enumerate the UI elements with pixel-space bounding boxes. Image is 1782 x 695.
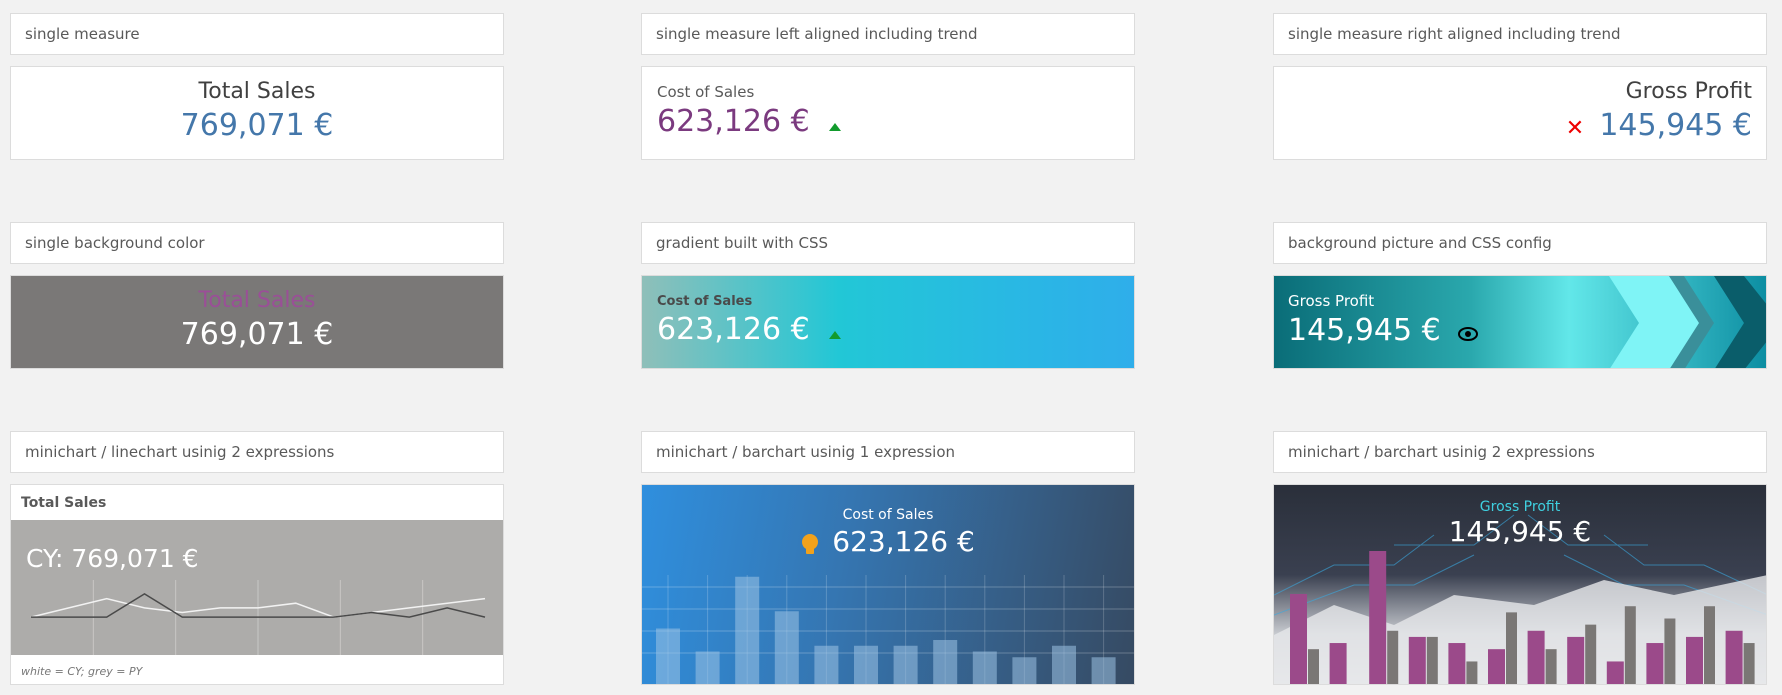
bar-series-2 xyxy=(1387,630,1399,684)
bar-series-1 xyxy=(1686,636,1703,684)
bar xyxy=(972,651,997,684)
chart-plot-area: CY: 769,071 € xyxy=(11,520,503,655)
bar xyxy=(735,576,760,684)
minichart-linechart[interactable]: Total Sales CY: 769,071 € white = CY; gr… xyxy=(10,484,504,685)
bar-series-1 xyxy=(1606,661,1624,684)
bar xyxy=(814,645,839,684)
bar-series-1 xyxy=(1725,630,1743,684)
bar xyxy=(933,640,958,684)
bar xyxy=(656,628,680,684)
bar-series-1 xyxy=(1408,636,1426,684)
header-barchart-1: minichart / barchart usinig 1 expression xyxy=(641,431,1135,473)
kpi-label: Gross Profit xyxy=(1479,499,1561,515)
kpi-label: Total Sales xyxy=(198,288,316,313)
kpi-value: 769,071 € xyxy=(180,108,334,143)
bar-series-1 xyxy=(1646,643,1664,684)
kpi-value: 623,126 € xyxy=(657,312,810,347)
kpi-label: Gross Profit xyxy=(1288,292,1375,310)
kpi-label: Cost of Sales xyxy=(842,507,934,523)
bar-series-1 xyxy=(1527,630,1545,684)
header-background-color: single background color xyxy=(10,222,504,264)
triangle-up-icon xyxy=(828,122,841,131)
bar-series-1 xyxy=(1369,551,1387,684)
bar-series-2 xyxy=(1545,649,1557,684)
minichart-barchart-2[interactable]: Gross Profit 145,945 € xyxy=(1273,484,1767,685)
bar-series-2 xyxy=(1585,624,1597,684)
chart-footnote: white = CY; grey = PY xyxy=(21,665,143,678)
kpi-gross-profit[interactable]: Gross Profit ✕ 145,945 € xyxy=(1273,66,1767,160)
bar xyxy=(1091,657,1116,684)
kpi-label: Total Sales xyxy=(21,495,107,511)
kpi-value: 145,945 € xyxy=(1448,515,1592,548)
bar-series-1 xyxy=(1290,593,1307,684)
kpi-value: 145,945 € xyxy=(1288,313,1441,348)
bar-series-2 xyxy=(1704,606,1715,684)
kpi-cost-gradient[interactable]: Cost of Sales 623,126 € xyxy=(641,275,1135,369)
line-chart xyxy=(30,580,486,655)
bar-series-1 xyxy=(1448,643,1466,684)
kpi-value: 623,126 € xyxy=(657,104,810,139)
lightbulb-icon xyxy=(801,533,819,561)
bar-series-2 xyxy=(1426,636,1438,684)
bar-series-1 xyxy=(1567,636,1585,684)
eye-icon xyxy=(1457,326,1478,345)
bar xyxy=(1012,657,1037,684)
kpi-label: Total Sales xyxy=(198,79,316,104)
kpi-value: 145,945 € xyxy=(1599,108,1752,143)
x-mark-icon: ✕ xyxy=(1565,116,1585,141)
bar-series-2 xyxy=(1743,643,1755,684)
bar xyxy=(893,645,918,684)
kpi-total-sales-bg[interactable]: Total Sales 769,071 € xyxy=(10,275,504,369)
kpi-value: 623,126 € xyxy=(832,525,975,558)
kpi-cost-of-sales[interactable]: Cost of Sales 623,126 € xyxy=(641,66,1135,160)
bar xyxy=(1052,645,1076,684)
kpi-label: Cost of Sales xyxy=(657,83,755,101)
triangle-up-icon xyxy=(828,330,841,339)
kpi-total-sales[interactable]: Total Sales 769,071 € xyxy=(10,66,504,160)
minichart-barchart-1[interactable]: Cost of Sales 623,126 € xyxy=(641,484,1135,685)
bar-series-2 xyxy=(1466,661,1478,684)
bar xyxy=(695,651,720,684)
header-gradient: gradient built with CSS xyxy=(641,222,1135,264)
kpi-label: Cost of Sales xyxy=(657,294,753,309)
bar-series-1 xyxy=(1488,649,1505,684)
bar xyxy=(774,611,799,684)
header-right-aligned: single measure right aligned including t… xyxy=(1273,13,1767,55)
bar-series-2 xyxy=(1506,612,1517,684)
header-single-measure: single measure xyxy=(10,13,504,55)
header-background-picture: background picture and CSS config xyxy=(1273,222,1767,264)
bar-series-2 xyxy=(1308,649,1319,684)
header-linechart: minichart / linechart usinig 2 expressio… xyxy=(10,431,504,473)
bar-series-1 xyxy=(1329,643,1347,684)
bar xyxy=(854,645,878,684)
kpi-label: Gross Profit xyxy=(1625,79,1752,104)
bar-series-2 xyxy=(1624,606,1636,684)
bar-series-2 xyxy=(1664,618,1676,684)
kpi-gross-picture[interactable]: Gross Profit 145,945 € xyxy=(1273,275,1767,369)
header-barchart-2: minichart / barchart usinig 2 expression… xyxy=(1273,431,1767,473)
kpi-value: 769,071 € xyxy=(180,317,334,352)
header-left-aligned: single measure left aligned including tr… xyxy=(641,13,1135,55)
